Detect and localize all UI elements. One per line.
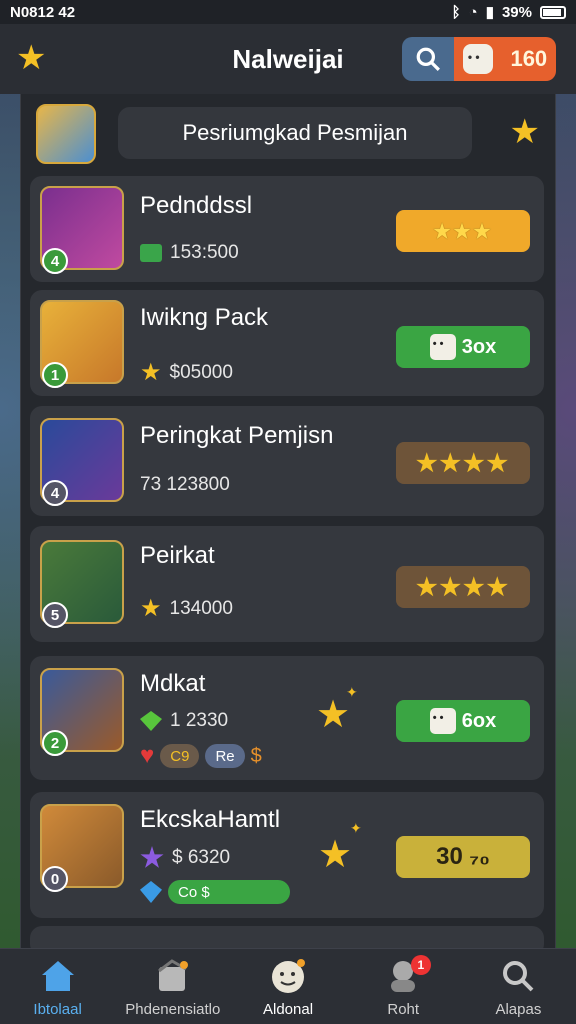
sparkle-icon: ✦ bbox=[350, 820, 362, 836]
heart-icon: ♥ bbox=[140, 742, 155, 769]
rank-header: Pesriumgkad Pesmijan ★ bbox=[20, 102, 556, 166]
home-icon bbox=[39, 957, 77, 995]
nav-character[interactable]: 1 Roht bbox=[346, 949, 461, 1024]
bottom-nav: Ibtolaal Phdenensiatlo Aldonal 1 Roht Al… bbox=[0, 948, 576, 1024]
player-score: 134000 bbox=[169, 597, 233, 619]
search-button[interactable] bbox=[402, 37, 454, 81]
signal-icon: ▮ bbox=[485, 4, 494, 21]
rank-badge: 4 bbox=[42, 248, 68, 274]
star-icon[interactable]: ★ bbox=[510, 112, 540, 152]
list-item[interactable]: 0 EkcskaHamtl ★ ✦ $ 6320 Co $ 30 ₇₀ bbox=[30, 792, 544, 918]
notification-badge: 1 bbox=[410, 955, 431, 975]
player-score: $ 6320 bbox=[172, 847, 231, 868]
nav-mascot[interactable]: Aldonal bbox=[230, 949, 345, 1024]
mascot-icon bbox=[462, 44, 493, 74]
status-time: N0812 42 bbox=[10, 3, 76, 21]
progress-chip: Co $ bbox=[168, 880, 290, 904]
player-name: Peringkat Pemjisn bbox=[140, 422, 334, 449]
box-button[interactable]: 3ox bbox=[396, 326, 530, 368]
gem-icon bbox=[140, 846, 164, 868]
bluetooth-icon: ᛒ bbox=[451, 3, 461, 21]
wifi-icon: ◔ bbox=[468, 3, 478, 21]
dice-icon bbox=[429, 334, 456, 360]
cash-icon bbox=[140, 244, 162, 262]
character-avatar: 4 bbox=[40, 418, 124, 506]
character-avatar: 4 bbox=[40, 186, 124, 274]
rank-badge: 1 bbox=[42, 362, 68, 388]
score-button[interactable]: 30 ₇₀ bbox=[396, 836, 530, 878]
search-icon bbox=[416, 47, 440, 71]
mascot-icon bbox=[269, 957, 307, 995]
box-button[interactable]: 6ox bbox=[396, 700, 530, 742]
list-item[interactable]: 5 Peirkat ★ 134000 ★★★★ bbox=[30, 526, 544, 642]
list-item[interactable]: 4 Peringkat Pemjisn 73 123800 ★★★★ bbox=[30, 406, 544, 516]
sparkle-icon: ✦ bbox=[346, 684, 358, 700]
coin-count: 160 bbox=[510, 46, 548, 71]
coin-icon: $ bbox=[250, 744, 262, 767]
app-header: ★ Nalweijai 160 bbox=[0, 24, 576, 94]
star-icon: ★ bbox=[316, 694, 351, 736]
nav-search[interactable]: Alapas bbox=[461, 949, 576, 1024]
box-icon bbox=[154, 957, 192, 995]
nav-box[interactable]: Phdenensiatlo bbox=[115, 949, 230, 1024]
list-item[interactable]: 1 Iwikng Pack ★ $05000 3ox bbox=[30, 290, 544, 396]
nav-home[interactable]: Ibtolaal bbox=[0, 949, 115, 1024]
rank-badge: 2 bbox=[42, 730, 68, 756]
star-icon: ★ bbox=[318, 834, 353, 876]
stars-button[interactable]: ★★★★ bbox=[396, 566, 530, 608]
rank-title: Pesriumgkad Pesmijan bbox=[118, 107, 472, 159]
battery-percent: 39% bbox=[501, 3, 532, 21]
dice-icon bbox=[429, 708, 456, 734]
status-bar: N0812 42 ᛒ ◔ ▮ 39% bbox=[0, 0, 576, 24]
gem-icon bbox=[140, 881, 162, 903]
list-item[interactable]: 2 Mdkat ★ ✦ 1 2330 ♥ C9 Re $ 6ox bbox=[30, 656, 544, 780]
player-score: 73 123800 bbox=[140, 474, 230, 495]
header-actions: 160 bbox=[402, 37, 556, 81]
player-score: 153:500 bbox=[170, 242, 239, 263]
gem-icon bbox=[140, 711, 162, 731]
star-icon: ★ bbox=[140, 595, 162, 622]
coin-button[interactable]: 160 bbox=[454, 37, 556, 81]
search-icon bbox=[499, 957, 537, 995]
character-avatar: 0 bbox=[40, 804, 124, 892]
character-avatar: 5 bbox=[40, 540, 124, 628]
rank-badge: 0 bbox=[42, 866, 68, 892]
player-name: Mdkat bbox=[140, 670, 206, 697]
player-score: 1 2330 bbox=[170, 710, 229, 731]
resource-chip: Re bbox=[205, 744, 245, 768]
player-score: $05000 bbox=[169, 361, 233, 383]
battery-icon bbox=[540, 5, 566, 19]
player-name: Iwikng Pack bbox=[140, 304, 269, 331]
list-item[interactable]: 4 Pednddssl 153:500 ★★★ bbox=[30, 176, 544, 282]
star-icon: ★ bbox=[140, 359, 162, 386]
user-avatar[interactable] bbox=[36, 104, 96, 164]
rank-badge: 4 bbox=[42, 480, 68, 506]
character-avatar: 1 bbox=[40, 300, 124, 388]
character-avatar: 2 bbox=[40, 668, 124, 756]
player-name: EkcskaHamtl bbox=[140, 806, 281, 833]
coin-chip: C9 bbox=[160, 744, 200, 768]
stars-button[interactable]: ★★★★ bbox=[396, 442, 530, 484]
player-name: Peirkat bbox=[140, 542, 215, 569]
rank-badge: 5 bbox=[42, 602, 68, 628]
player-name: Pednddssl bbox=[140, 192, 253, 219]
stars-button[interactable]: ★★★ bbox=[396, 210, 530, 252]
